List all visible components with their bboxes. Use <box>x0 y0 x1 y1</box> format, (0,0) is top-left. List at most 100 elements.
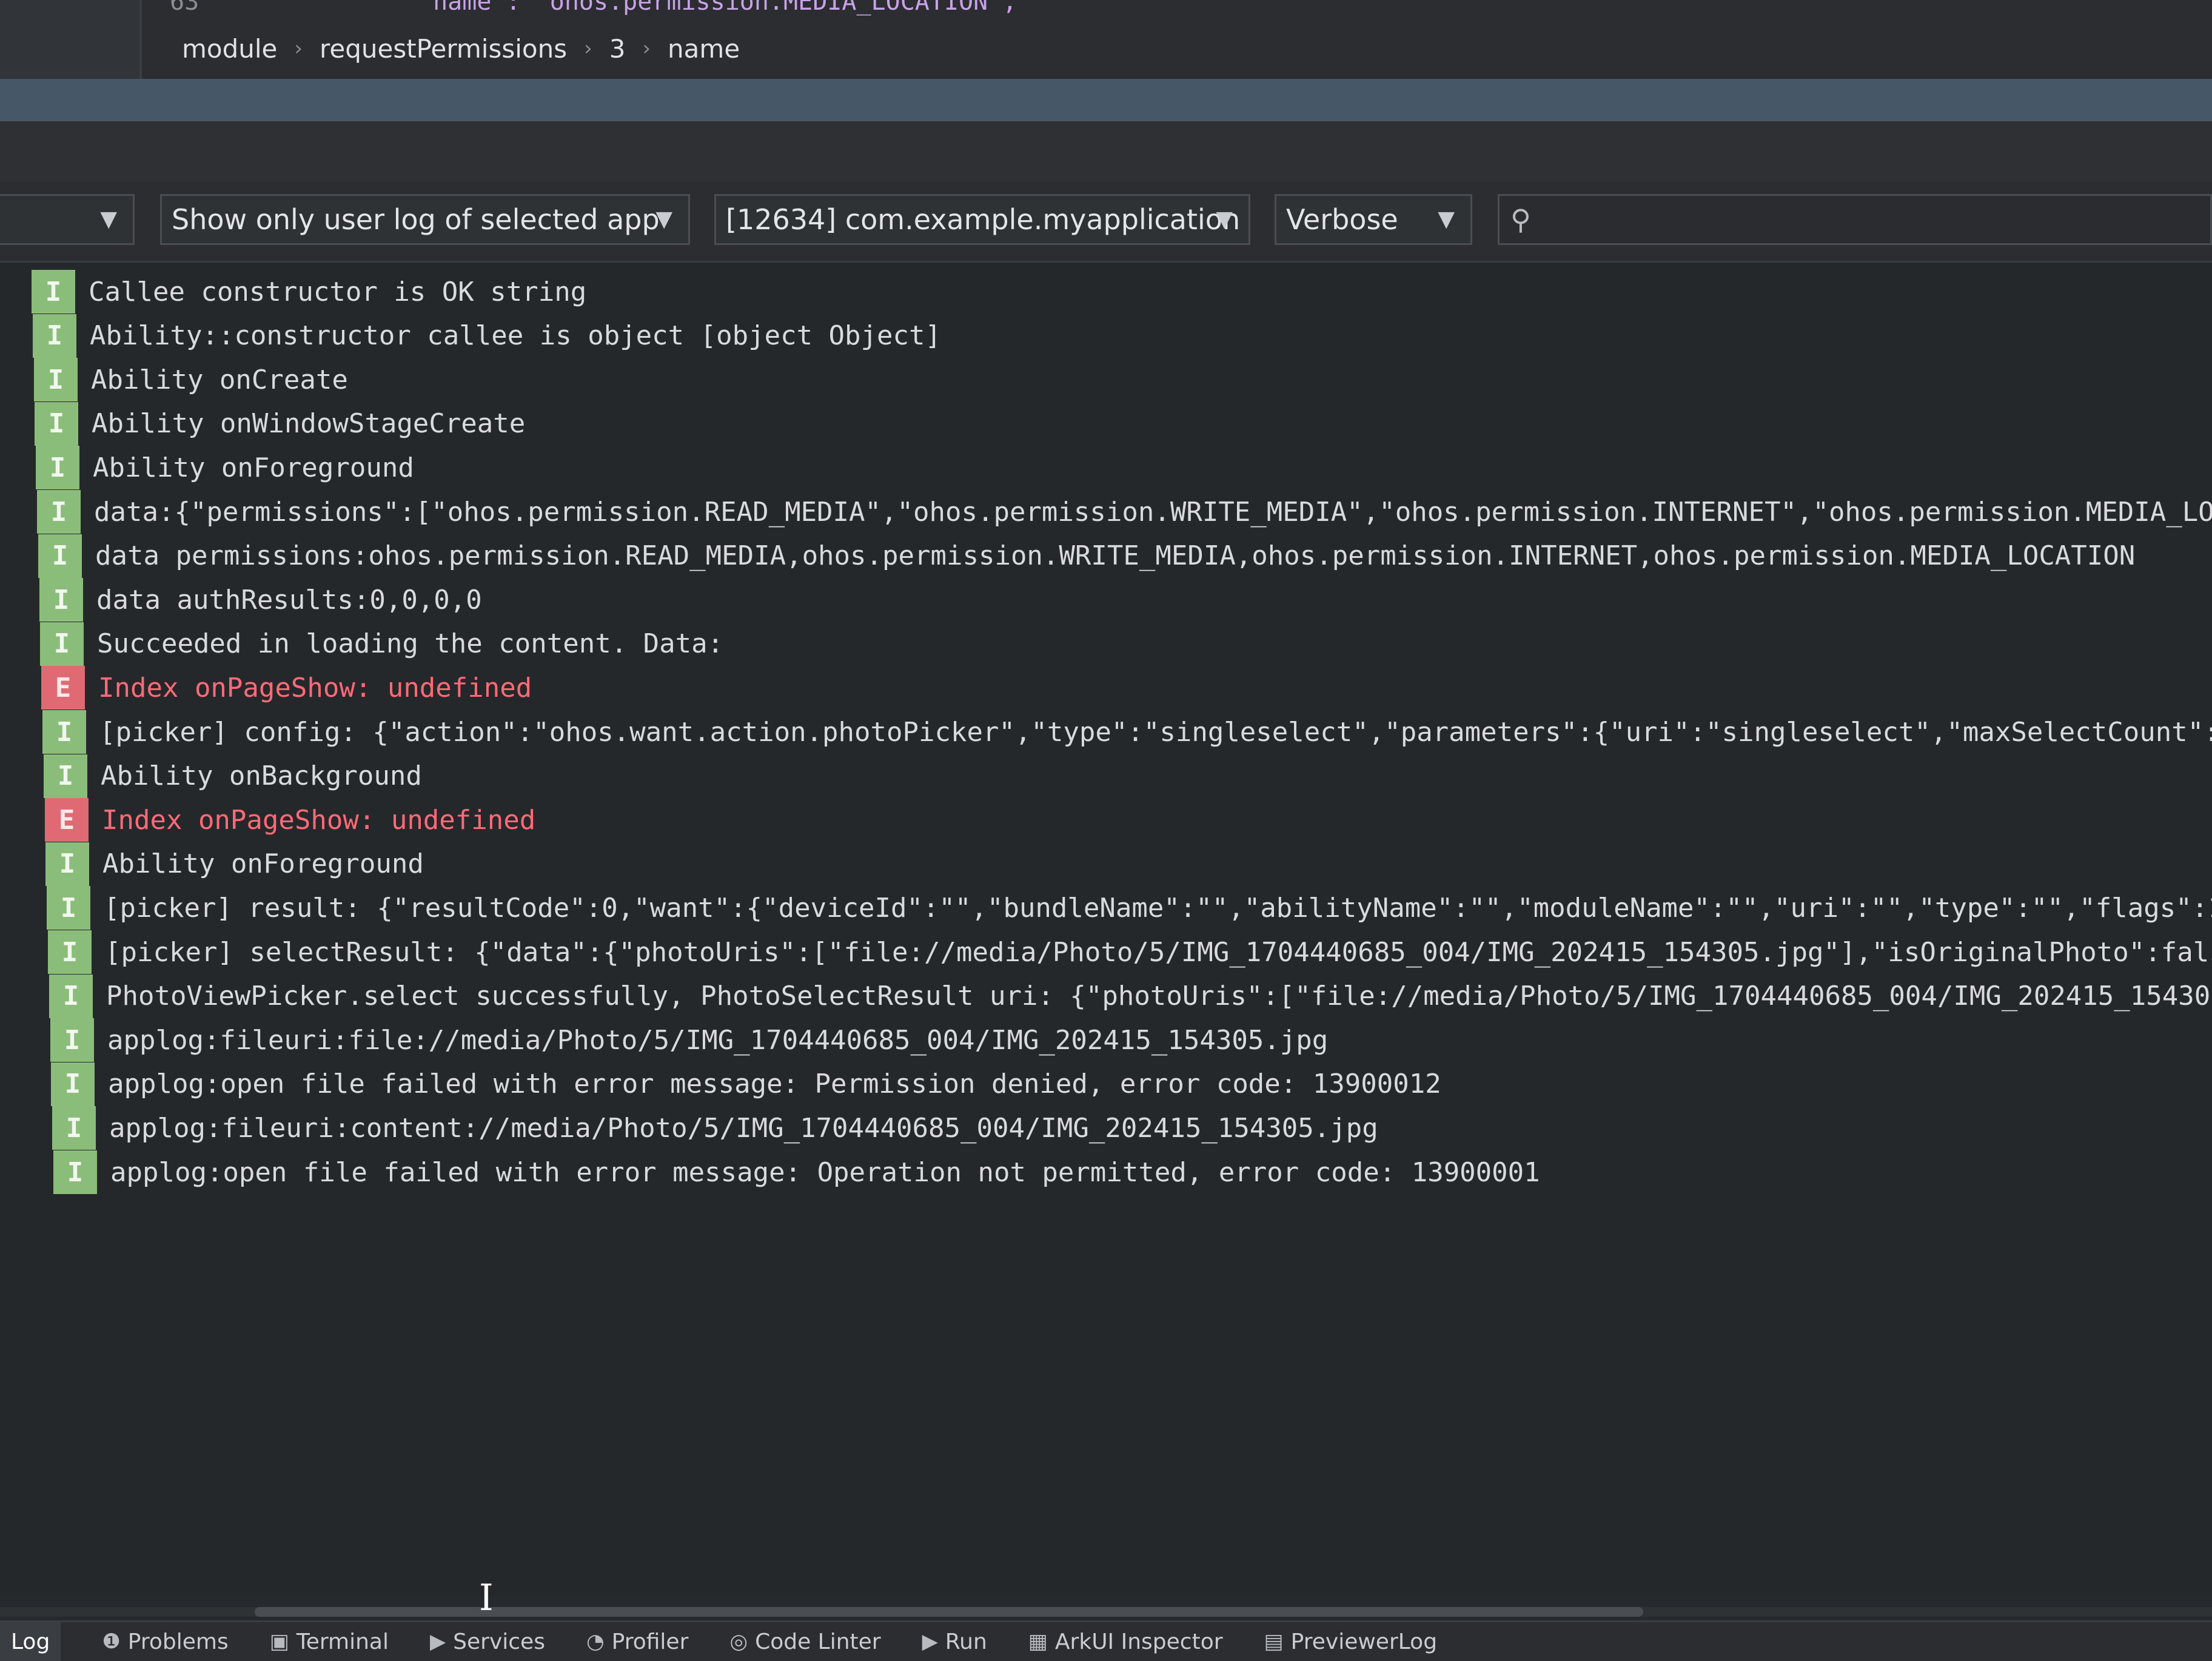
tab-label: Terminal <box>296 1629 389 1654</box>
log-row[interactable]: I [picker] result: {"resultCode":0,"want"… <box>0 886 2212 930</box>
scrollbar-thumb[interactable] <box>255 1607 1643 1617</box>
log-level-badge: I <box>34 358 78 402</box>
log-filter-dropdown[interactable]: Show only user log of selected app ▼ <box>160 194 690 245</box>
log-row[interactable]: Iapplog:open file failed with error mess… <box>0 1062 2212 1106</box>
log-row[interactable]: I Ability::constructor callee is object [… <box>0 314 2212 358</box>
log-message: [picker] selectResult: {"data":{"photoUr… <box>105 936 2212 968</box>
tab-profiler[interactable]: ◔ Profiler <box>586 1629 688 1654</box>
log-message: Ability onBackground <box>101 760 422 792</box>
log-row[interactable]: I Ability onForeground <box>0 842 2212 886</box>
log-level-badge: I <box>38 534 82 578</box>
log-level-badge: I <box>49 974 93 1018</box>
tab-label: Code Linter <box>755 1629 881 1654</box>
gauge-icon: ◔ <box>586 1629 605 1654</box>
breadcrumb-item-requestpermissions[interactable]: requestPermissions <box>320 34 567 64</box>
tab-label: Problems <box>127 1629 229 1654</box>
log-row[interactable]: E Index onPageShow: undefined <box>0 666 2212 710</box>
log-level-badge: I <box>35 401 78 446</box>
process-dropdown-value: [12634] com.example.myapplication <box>726 203 1241 236</box>
log-output[interactable]: I Callee constructor is OK string I Ability… <box>0 263 2212 1597</box>
log-row[interactable]: I Ability onForeground <box>0 446 2212 490</box>
tab-label: ArkUI Inspector <box>1054 1629 1223 1654</box>
log-message: Callee constructor is OK string <box>89 276 587 307</box>
log-search-input[interactable]: ⚲ <box>1498 194 2212 245</box>
log-level-badge: I <box>45 842 89 886</box>
log-row[interactable]: I PhotoViewPicker.select successfully, Ph… <box>0 974 2212 1018</box>
log-filter-dropdown-value: Show only user log of selected app <box>172 203 660 236</box>
log-message: data permissions:ohos.permission.READ_ME… <box>95 540 2136 572</box>
code-line[interactable]: "name": "ohos.permission.MEDIA_LOCATION"… <box>418 0 1017 16</box>
editor-gutter <box>0 0 142 79</box>
log-level-dropdown[interactable]: Verbose ▼ <box>1275 194 1472 245</box>
log-message: applog:fileuri:content://media/Photo/5/I… <box>109 1112 1378 1144</box>
log-message: Ability::constructor callee is object [o… <box>90 320 941 352</box>
log-row[interactable]: I Succeeded in loading the content. Data: <box>0 622 2212 666</box>
tab-label: Run <box>945 1629 987 1654</box>
log-level-badge: I <box>40 622 84 666</box>
search-icon: ⚲ <box>1510 203 1531 236</box>
play-circle-icon: ▶ <box>430 1629 446 1654</box>
tab-arkui-inspector[interactable]: ▦ ArkUI Inspector <box>1028 1629 1223 1654</box>
breadcrumb-item-index[interactable]: 3 <box>609 34 626 64</box>
linter-icon: ◎ <box>729 1629 748 1654</box>
log-row[interactable]: Idata authResults:0,0,0,0 <box>0 578 2212 622</box>
inspector-icon: ▦ <box>1028 1629 1048 1654</box>
chevron-right-icon: › <box>294 36 303 61</box>
chevron-down-icon: ▼ <box>100 207 117 232</box>
breadcrumb-item-name[interactable]: name <box>668 34 740 64</box>
log-row[interactable]: I Ability onWindowStageCreate <box>0 401 2212 446</box>
log-message: Succeeded in loading the content. Data: <box>97 628 724 660</box>
process-dropdown[interactable]: [12634] com.example.myapplication ▼ <box>714 194 1250 245</box>
log-message: Index onPageShow: undefined <box>98 672 532 703</box>
log-level-badge: I <box>47 886 90 930</box>
log-level-badge: E <box>45 798 89 842</box>
tab-label: Profiler <box>611 1629 689 1654</box>
tool-window-subheader <box>0 121 2212 184</box>
tab-label: Log <box>11 1629 50 1654</box>
log-level-badge: I <box>44 754 87 798</box>
log-message: Ability onWindowStageCreate <box>92 408 526 440</box>
tab-services[interactable]: ▶ Services <box>430 1629 545 1654</box>
tab-label: PreviewerLog <box>1290 1629 1438 1654</box>
line-number: 63 <box>170 0 199 16</box>
text-cursor-icon: I <box>479 1577 494 1619</box>
log-row[interactable]: Iapplog:fileuri:content://media/Photo/5/… <box>0 1106 2212 1150</box>
breadcrumb-item-module[interactable]: module <box>182 34 277 64</box>
tab-code-linter[interactable]: ◎ Code Linter <box>729 1629 880 1654</box>
log-level-badge: I <box>53 1150 97 1194</box>
tab-terminal[interactable]: ▣ Terminal <box>270 1629 389 1654</box>
tab-problems[interactable]: ❶ Problems <box>102 1629 228 1654</box>
log-message: data:{"permissions":["ohos.permission.RE… <box>94 496 2212 528</box>
log-row[interactable]: E Index onPageShow: undefined <box>0 798 2212 842</box>
log-level-badge: I <box>37 490 81 534</box>
horizontal-scrollbar[interactable] <box>0 1607 2212 1617</box>
tab-previewerlog[interactable]: ▤ PreviewerLog <box>1264 1629 1438 1654</box>
tool-window-header <box>0 79 2212 121</box>
device-dropdown[interactable]: ▼ <box>0 194 135 245</box>
log-level-badge: I <box>52 1106 96 1150</box>
log-row[interactable]: Iapplog:fileuri:file://media/Photo/5/IMG… <box>0 1018 2212 1062</box>
log-row[interactable]: I Callee constructor is OK string <box>0 270 2212 314</box>
log-row[interactable]: Idata:{"permissions":["ohos.permission.R… <box>0 490 2212 534</box>
tab-run[interactable]: ▶ Run <box>922 1629 987 1654</box>
log-level-badge: I <box>32 270 75 314</box>
log-row[interactable]: I [picker] config: {"action":"ohos.want.a… <box>0 710 2212 754</box>
log-row[interactable]: Iapplog:open file failed with error mess… <box>0 1150 2212 1194</box>
info-circle-icon: ❶ <box>102 1629 121 1654</box>
log-row[interactable]: I [picker] selectResult: {"data":{"photoU… <box>0 930 2212 974</box>
chevron-right-icon: › <box>584 36 592 61</box>
log-level-badge: I <box>33 314 76 358</box>
breadcrumb: module › requestPermissions › 3 › name <box>182 29 740 68</box>
log-row[interactable]: I Ability onCreate <box>0 358 2212 402</box>
log-level-badge: E <box>41 666 85 710</box>
log-row[interactable]: I Ability onBackground <box>0 754 2212 798</box>
tab-log[interactable]: Log <box>0 1622 61 1661</box>
log-message: Index onPageShow: undefined <box>102 804 536 836</box>
log-row[interactable]: Idata permissions:ohos.permission.READ_M… <box>0 534 2212 578</box>
chevron-down-icon: ▼ <box>1216 207 1233 232</box>
log-level-badge: I <box>42 710 86 754</box>
terminal-icon: ▣ <box>269 1629 289 1654</box>
previewer-log-icon: ▤ <box>1264 1629 1284 1654</box>
log-message: [picker] result: {"resultCode":0,"want":… <box>104 892 2212 924</box>
log-level-badge: I <box>36 446 79 490</box>
